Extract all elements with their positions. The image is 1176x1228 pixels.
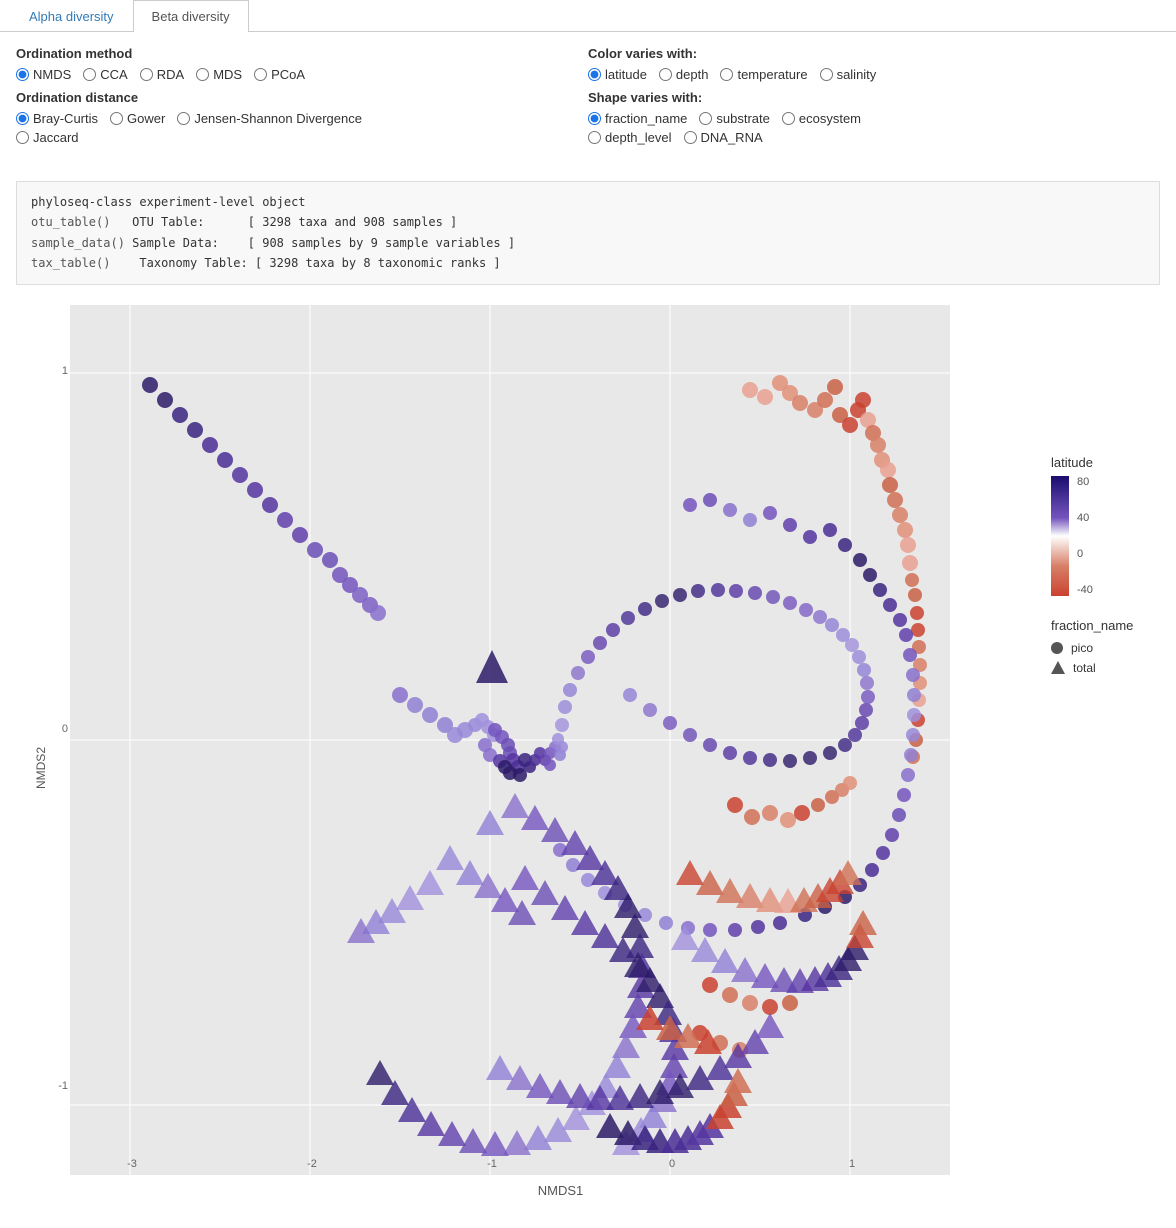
ordination-distance-row1: Bray-Curtis Gower Jensen-Shannon Diverge… [16,111,588,126]
radio-temperature[interactable]: temperature [720,67,807,82]
radio-fraction-name[interactable]: fraction_name [588,111,687,126]
controls-panel: Ordination method NMDS CCA RDA MDS PCoA … [0,32,1176,171]
legend-pico-label: pico [1071,641,1093,655]
ordination-distance-label: Ordination distance [16,90,588,105]
radio-latitude[interactable]: latitude [588,67,647,82]
info-tax-name: Taxonomy Table: [139,256,255,270]
info-sample-label: sample_data() [31,236,132,250]
info-sample-name: Sample Data: [132,236,240,250]
radio-rda[interactable]: RDA [140,67,184,82]
radio-gower[interactable]: Gower [110,111,165,126]
shape-legend: fraction_name pico total [1051,618,1166,675]
legend-fraction-title: fraction_name [1051,618,1166,633]
radio-cca[interactable]: CCA [83,67,127,82]
legend-total: total [1051,661,1166,675]
legend-lat-40: 40 [1077,512,1093,524]
plot-area: -3 -2 -1 0 1 [70,305,950,1175]
legend-latitude-title: latitude [1051,455,1166,470]
radio-nmds[interactable]: NMDS [16,67,71,82]
circle-icon [1051,642,1063,654]
radio-ecosystem[interactable]: ecosystem [782,111,861,126]
info-otu-label: otu_table() [31,215,125,229]
shape-varies-label: Shape varies with: [588,90,1160,105]
radio-bray-curtis[interactable]: Bray-Curtis [16,111,98,126]
info-otu-value: [ 3298 taxa and 908 samples ] [248,215,458,229]
chart-wrapper: NMDS2 1 0 -1 [10,305,1036,1198]
tabs-bar: Alpha diversity Beta diversity [0,0,1176,32]
radio-mds[interactable]: MDS [196,67,242,82]
tab-beta-diversity[interactable]: Beta diversity [133,0,249,32]
legend: latitude 80 [1036,305,1166,681]
chart-area: NMDS2 1 0 -1 [0,295,1176,1208]
radio-depth-level[interactable]: depth_level [588,130,672,145]
radio-jaccard[interactable]: Jaccard [16,130,79,145]
legend-pico: pico [1051,641,1166,655]
radio-substrate[interactable]: substrate [699,111,769,126]
shape-varies-row1: fraction_name substrate ecosystem [588,111,1160,126]
svg-text:1: 1 [849,1158,855,1170]
ordination-distance-row2: Jaccard [16,130,588,145]
x-axis-title: NMDS1 [85,1183,1036,1198]
tab-alpha-diversity[interactable]: Alpha diversity [10,0,133,32]
svg-text:-3: -3 [127,1158,137,1170]
legend-lat-0: 0 [1077,548,1093,560]
info-tax-label: tax_table() [31,256,132,270]
color-shape-controls: Color varies with: latitude depth temper… [588,46,1160,149]
ordination-method-label: Ordination method [16,46,588,61]
legend-lat-neg40: -40 [1077,584,1093,596]
shape-varies-row2: depth_level DNA_RNA [588,130,1160,145]
info-sample-value: [ 908 samples by 9 sample variables ] [248,236,515,250]
radio-jsd[interactable]: Jensen-Shannon Divergence [177,111,362,126]
svg-text:-2: -2 [307,1158,317,1170]
info-otu-name: OTU Table: [132,215,240,229]
triangle-icon [1051,661,1065,674]
radio-depth[interactable]: depth [659,67,709,82]
svg-text:-1: -1 [487,1158,497,1170]
y-axis-ticks: 1 0 -1 [40,305,68,1175]
info-line2: otu_table() OTU Table: [ 3298 taxa and 9… [31,212,1145,232]
radio-salinity[interactable]: salinity [820,67,877,82]
svg-text:0: 0 [669,1158,675,1170]
legend-total-label: total [1073,661,1096,675]
color-varies-options: latitude depth temperature salinity [588,67,1160,82]
legend-lat-80: 80 [1077,476,1093,488]
info-line3: sample_data() Sample Data: [ 908 samples… [31,233,1145,253]
color-varies-label: Color varies with: [588,46,1160,61]
legend-gradient-svg [1051,476,1069,596]
info-box: phyloseq-class experiment-level object o… [16,181,1160,285]
radio-dna-rna[interactable]: DNA_RNA [684,130,763,145]
ordination-controls: Ordination method NMDS CCA RDA MDS PCoA … [16,46,588,149]
radio-pcoa[interactable]: PCoA [254,67,305,82]
info-line4: tax_table() Taxonomy Table: [ 3298 taxa … [31,253,1145,273]
ordination-method-options: NMDS CCA RDA MDS PCoA [16,67,588,82]
info-tax-value: [ 3298 taxa by 8 taxonomic ranks ] [255,256,501,270]
info-line1: phyloseq-class experiment-level object [31,192,1145,212]
plot-svg: -3 -2 -1 0 1 [70,305,950,1175]
